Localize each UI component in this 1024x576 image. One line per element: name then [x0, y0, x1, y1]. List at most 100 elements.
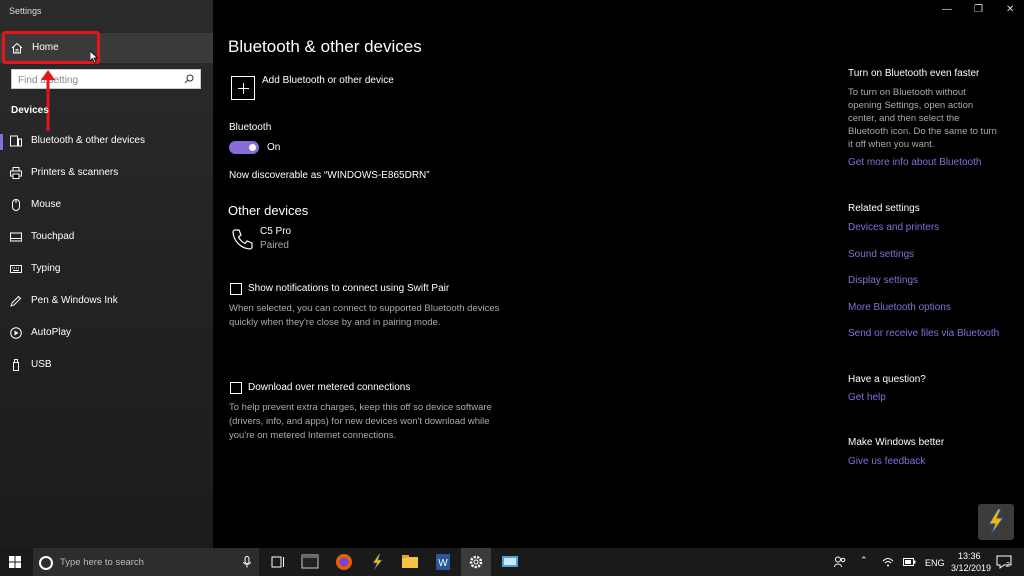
description-line: you're on metered Internet connections. — [229, 430, 397, 441]
wifi-icon[interactable] — [882, 557, 894, 567]
bluetooth-toggle[interactable] — [229, 141, 259, 154]
notification-count: 2 — [1006, 562, 1010, 569]
file-explorer-icon[interactable] — [400, 552, 420, 572]
sidebar-item-typing[interactable]: Typing — [0, 256, 213, 284]
word-icon[interactable]: W — [433, 552, 453, 572]
usb-icon — [13, 359, 19, 371]
phone-icon — [232, 229, 253, 250]
sidebar-item-label: Touchpad — [31, 231, 75, 242]
keyboard-icon — [10, 265, 22, 273]
description-line: quickly when they're close by and in pai… — [229, 317, 441, 328]
taskbar-search-placeholder: Type here to search — [60, 557, 144, 568]
sidebar-item-label: USB — [31, 359, 52, 370]
description-line: To help prevent extra charges, keep this… — [229, 402, 492, 413]
make-windows-better-heading: Make Windows better — [848, 437, 945, 448]
clock-time[interactable]: 13:36 — [958, 551, 981, 561]
red-arrow-annotation — [41, 70, 55, 131]
remote-desktop-icon[interactable] — [500, 552, 520, 572]
more-bluetooth-options-link[interactable]: More Bluetooth options — [848, 302, 951, 313]
home-highlight-annotation — [2, 31, 100, 64]
lightning-app-icon[interactable] — [367, 552, 387, 572]
windows-start-icon[interactable] — [9, 556, 21, 568]
bluetooth-toggle-state: On — [267, 142, 281, 153]
get-help-link[interactable]: Get help — [848, 392, 886, 403]
text-line: To turn on Bluetooth without — [848, 87, 966, 98]
description-line: When selected, you can connect to suppor… — [229, 303, 500, 314]
swift-pair-label[interactable]: Show notifications to connect using Swif… — [248, 283, 449, 294]
svg-text:W: W — [438, 558, 448, 569]
printer-icon — [10, 167, 22, 179]
language-indicator[interactable]: ENG — [925, 558, 945, 568]
sidebar-item-pen[interactable]: Pen & Windows Ink — [0, 288, 213, 316]
find-setting-input[interactable] — [12, 71, 183, 90]
bluetooth-label: Bluetooth — [229, 122, 272, 133]
related-settings-heading: Related settings — [848, 203, 920, 214]
device-name: C5 Pro — [260, 226, 292, 237]
bluetooth-devices-icon — [10, 135, 22, 147]
sidebar-item-touchpad[interactable]: Touchpad — [0, 224, 213, 252]
other-devices-heading: Other devices — [228, 203, 309, 218]
description-line: (drivers, info, and apps) for new device… — [229, 416, 490, 427]
taskbar-search[interactable]: Type here to search — [33, 548, 259, 576]
send-receive-files-link[interactable]: Send or receive files via Bluetooth — [848, 328, 999, 339]
give-feedback-link[interactable]: Give us feedback — [848, 456, 925, 467]
faster-heading: Turn on Bluetooth even faster — [848, 68, 980, 79]
mouse-icon — [12, 199, 20, 211]
sidebar-item-mouse[interactable]: Mouse — [0, 192, 213, 220]
close-button[interactable]: ✕ — [1006, 4, 1014, 15]
question-heading: Have a question? — [848, 374, 926, 385]
add-device-button[interactable] — [231, 76, 255, 100]
sidebar-item-usb[interactable]: USB — [0, 352, 213, 380]
sound-settings-link[interactable]: Sound settings — [848, 249, 914, 260]
metered-description: To help prevent extra charges, keep this… — [229, 401, 492, 443]
sidebar-item-label: Printers & scanners — [31, 167, 119, 178]
sidebar-item-label: Mouse — [31, 199, 62, 210]
lightning-logo-icon — [978, 504, 1014, 540]
battery-icon[interactable] — [903, 557, 916, 567]
people-icon[interactable] — [834, 556, 846, 568]
taskbar: Type here to search W ⌃ ENG 13:36 3/12/2… — [0, 548, 1024, 576]
sidebar-item-bluetooth[interactable]: Bluetooth & other devices — [0, 128, 213, 156]
faster-text: To turn on Bluetooth without opening Set… — [848, 86, 1018, 151]
autoplay-icon — [10, 327, 22, 339]
touchpad-icon — [10, 232, 22, 242]
text-line: center, and then select the — [848, 113, 960, 124]
microphone-icon[interactable] — [243, 556, 251, 568]
app-title: Settings — [9, 6, 42, 16]
mouse-cursor-icon — [90, 51, 99, 64]
text-line: it off when you want. — [848, 139, 935, 150]
pen-icon — [10, 295, 22, 307]
sidebar-item-autoplay[interactable]: AutoPlay — [0, 320, 213, 348]
task-view-icon[interactable] — [268, 552, 288, 572]
sidebar-item-label: Pen & Windows Ink — [31, 295, 118, 306]
minimize-button[interactable]: — — [942, 4, 952, 15]
chevron-up-icon[interactable]: ⌃ — [860, 555, 868, 566]
bluetooth-info-link[interactable]: Get more info about Bluetooth — [848, 157, 981, 168]
devices-printers-link[interactable]: Devices and printers — [848, 222, 939, 233]
sidebar-item-printers[interactable]: Printers & scanners — [0, 160, 213, 188]
sidebar-item-label: Bluetooth & other devices — [31, 135, 145, 146]
maximize-button[interactable]: ❐ — [974, 4, 983, 15]
text-line: opening Settings, open action — [848, 100, 974, 111]
gear-icon — [469, 555, 483, 569]
desktop-app-icon[interactable] — [300, 552, 320, 572]
main-content: Bluetooth & other devices Add Bluetooth … — [213, 0, 833, 548]
text-line: Bluetooth icon. Do the same to turn — [848, 126, 997, 137]
swift-pair-description: When selected, you can connect to suppor… — [229, 302, 499, 330]
metered-checkbox[interactable] — [230, 382, 242, 394]
page-title: Bluetooth & other devices — [228, 37, 422, 56]
sidebar-item-label: AutoPlay — [31, 327, 72, 338]
search-icon[interactable] — [184, 74, 194, 84]
device-c5-pro[interactable]: C5 Pro Paired — [229, 226, 429, 256]
devices-section-label: Devices — [11, 105, 49, 116]
swift-pair-checkbox[interactable] — [230, 283, 242, 295]
lightning-bolt-icon — [988, 508, 1004, 536]
sidebar: Settings Home Devices Bluetooth & other … — [0, 0, 213, 548]
firefox-icon[interactable] — [334, 552, 354, 572]
discoverable-text: Now discoverable as “WINDOWS-E865DRN” — [229, 170, 430, 181]
settings-taskbar-button[interactable] — [461, 548, 491, 576]
add-device-label[interactable]: Add Bluetooth or other device — [262, 75, 394, 86]
display-settings-link[interactable]: Display settings — [848, 275, 918, 286]
clock-date[interactable]: 3/12/2019 — [951, 563, 991, 573]
metered-label[interactable]: Download over metered connections — [248, 382, 410, 393]
